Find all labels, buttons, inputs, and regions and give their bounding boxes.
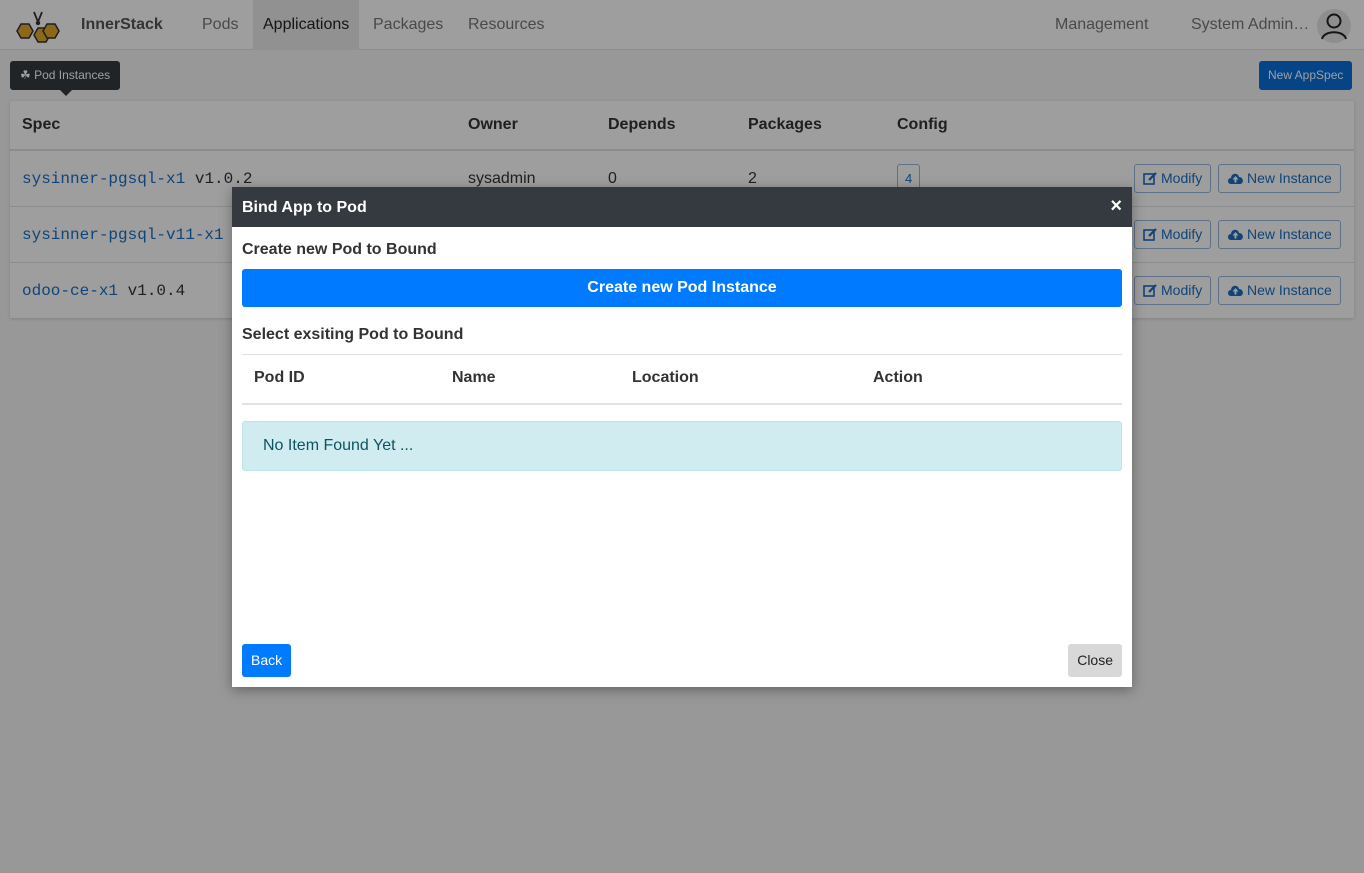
back-button[interactable]: Back <box>242 644 292 677</box>
modal-title: Bind App to Pod <box>242 199 367 216</box>
bind-app-modal: Bind App to Pod × Create new Pod to Boun… <box>232 187 1132 687</box>
create-section-title: Create new Pod to Bound <box>242 241 437 258</box>
th-pod-id: Pod ID <box>254 369 305 386</box>
th-action: Action <box>873 369 923 386</box>
pod-table-header-divider <box>242 403 1122 405</box>
close-button[interactable]: Close <box>1068 644 1122 677</box>
close-icon[interactable]: × <box>1110 196 1122 216</box>
empty-state-alert: No Item Found Yet ... <box>242 421 1122 471</box>
th-name: Name <box>452 369 496 386</box>
modal-header: Bind App to Pod × <box>232 187 1132 227</box>
create-pod-instance-button[interactable]: Create new Pod Instance <box>242 269 1122 307</box>
pod-table-top-border <box>242 354 1122 355</box>
th-location: Location <box>632 369 699 386</box>
select-section-title: Select exsiting Pod to Bound <box>242 326 464 343</box>
